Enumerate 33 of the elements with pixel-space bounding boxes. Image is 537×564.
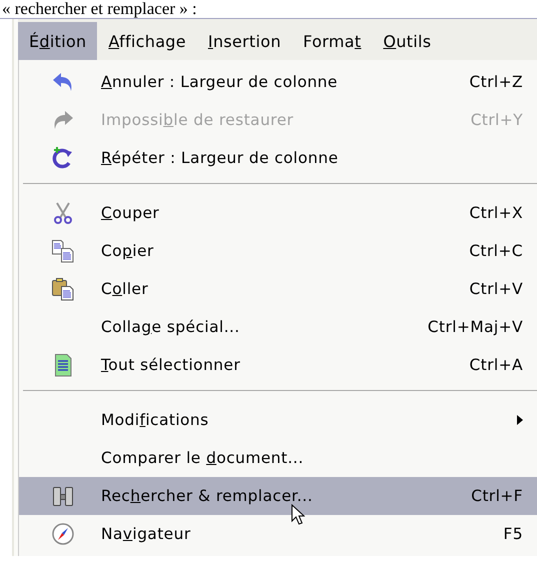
menu-title[interactable]: Outils: [372, 22, 442, 60]
clipboard-icon: [51, 277, 75, 301]
mouse-pointer-icon: [291, 504, 305, 526]
compass-icon: [51, 522, 75, 546]
binoculars-icon: [51, 484, 75, 508]
shortcut-text: Ctrl+A: [469, 356, 523, 374]
repeat-icon: [51, 146, 75, 170]
menu-item[interactable]: Modifications: [19, 401, 537, 439]
shortcut-text: Ctrl+F: [471, 487, 523, 505]
menu-title[interactable]: Format: [292, 22, 372, 60]
menu-item[interactable]: Couper Ctrl+X: [19, 194, 537, 232]
scissors-icon: [51, 201, 75, 225]
menu-item[interactable]: Répéter : Largeur de colonne: [19, 139, 537, 177]
shortcut-text: F5: [503, 525, 523, 543]
menu-title[interactable]: Édition: [18, 22, 98, 60]
menu-title[interactable]: Insertion: [197, 22, 292, 60]
menu-item[interactable]: Navigateur F5: [19, 515, 537, 553]
shortcut-text: Ctrl+X: [469, 204, 523, 222]
shortcut-text: Ctrl+V: [469, 280, 523, 298]
menu-title[interactable]: Affichage: [97, 22, 198, 60]
menu-item[interactable]: Comparer le document...: [19, 439, 537, 477]
menu-item[interactable]: Coller Ctrl+V: [19, 270, 537, 308]
menu-item[interactable]: Tout sélectionner Ctrl+A: [19, 346, 537, 384]
shortcut-text: Ctrl+Z: [469, 73, 523, 91]
menu-item[interactable]: Annuler : Largeur de colonne Ctrl+Z: [19, 63, 537, 101]
shortcut-text: Ctrl+Y: [470, 111, 523, 129]
copy-icon: [51, 239, 75, 263]
shortcut-text: Ctrl+C: [469, 242, 523, 260]
submenu-arrow-icon: [517, 415, 523, 425]
caption-text: « rechercher et remplacer » :: [1, 0, 198, 18]
shortcut-text: Ctrl+Maj+V: [428, 318, 523, 336]
menu-item[interactable]: Copier Ctrl+C: [19, 232, 537, 270]
menu-item[interactable]: Collage spécial... Ctrl+Maj+V: [19, 308, 537, 346]
